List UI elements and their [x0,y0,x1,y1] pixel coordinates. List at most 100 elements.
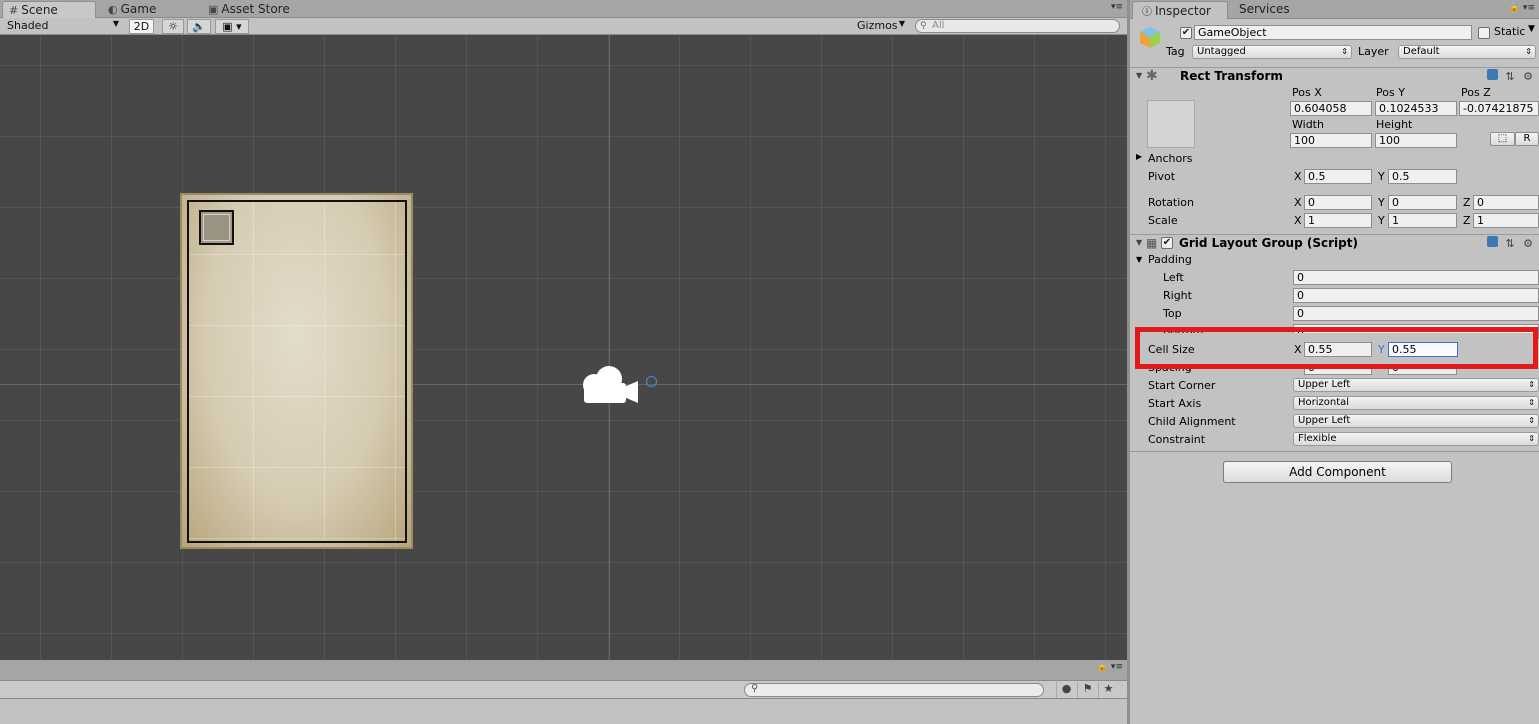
foldout-open-icon[interactable]: ▼ [1136,71,1142,80]
pacman-icon: ◐ [108,3,118,16]
2d-toggle-button[interactable]: 2D [129,19,154,34]
camera-gizmo-icon[interactable] [578,361,644,409]
static-dropdown-icon[interactable]: ▼ [1528,24,1535,34]
tab-scene[interactable]: # Scene [2,1,96,18]
padding-left-field[interactable]: 0 [1293,270,1539,285]
card-cell-slot[interactable] [199,210,234,245]
scale-label: Scale [1148,214,1178,227]
chevron-updown-icon: ⇕ [1341,47,1348,56]
chevron-updown-icon: ⇕ [1528,416,1535,425]
add-component-button[interactable]: Add Component [1223,461,1452,483]
scene-viewport[interactable] [0,35,1127,660]
pos-z-field[interactable]: -0.07421875 [1459,101,1539,116]
preset-sliders-icon[interactable]: ⇅ [1501,237,1519,250]
tag-dropdown[interactable]: Untagged ⇕ [1192,45,1352,59]
cell-size-x-field[interactable]: 0.55 [1304,342,1372,357]
raw-edit-button[interactable]: R [1515,132,1539,146]
gear-icon[interactable]: ⚙ [1519,237,1537,250]
lock-icon[interactable]: 🔒 ▾≡ [1097,662,1123,672]
rotation-x-field[interactable]: 0 [1304,195,1372,210]
width-field[interactable]: 100 [1290,133,1372,148]
project-panel: 🔒 ▾≡ ⚲ ● ⚑ ★ [0,660,1127,724]
anchors-label[interactable]: Anchors [1148,152,1193,165]
height-field[interactable]: 100 [1375,133,1457,148]
tab-inspector[interactable]: ⓘ Inspector [1132,1,1228,19]
panel-menu-icon[interactable]: ▾≡ [1111,2,1123,12]
padding-right-field[interactable]: 0 [1293,288,1539,303]
start-corner-label: Start Corner [1148,379,1216,392]
lock-icon[interactable]: 🔒 ▾≡ [1509,3,1535,13]
gizmos-dropdown[interactable]: Gizmos ▼ [854,19,908,34]
constraint-dropdown[interactable]: Flexible ⇕ [1293,432,1539,446]
lighting-toggle-icon[interactable]: ☼ [162,19,184,34]
scale-y-field[interactable]: 1 [1388,213,1457,228]
rotation-label: Rotation [1148,196,1195,209]
padding-label[interactable]: Padding [1148,253,1192,266]
padding-top-label: Top [1163,307,1182,320]
rect-transform-header[interactable]: ▼ ✱ Rect Transform ⇅ ⚙ [1130,67,1539,85]
gameobject-name-input[interactable]: GameObject [1194,25,1472,40]
store-icon: ▣ [208,3,219,16]
gameobject-header: ✔ GameObject Static ▼ Tag Untagged ⇕ Laye… [1130,20,1539,64]
tab-asset-store[interactable]: ▣ Asset Store [202,1,312,18]
grid-axis-horizontal [0,384,1127,385]
foldout-open-icon[interactable]: ▼ [1136,238,1142,247]
grid-layout-header[interactable]: ▼ ▦ ✔ Grid Layout Group (Script) ⇅ ⚙ [1130,234,1539,252]
cell-size-y-field[interactable]: 0.55 [1388,342,1458,357]
scale-x-field[interactable]: 1 [1304,213,1372,228]
start-corner-dropdown[interactable]: Upper Left ⇕ [1293,378,1539,392]
pivot-y-field[interactable]: 0.5 [1388,169,1457,184]
audio-toggle-icon[interactable]: 🔈 [187,19,211,34]
padding-right-label: Right [1163,289,1192,302]
blueprint-mode-icon[interactable]: ⬚ [1490,132,1515,146]
static-label: Static [1494,25,1526,38]
pos-y-field[interactable]: 0.1024533 [1375,101,1457,116]
help-book-icon[interactable] [1483,69,1501,83]
effects-dropdown-icon[interactable]: ▣ ▾ [215,19,249,34]
filter-type-icon[interactable]: ● [1056,682,1076,698]
pos-y-label: Pos Y [1376,86,1405,99]
card-sprite[interactable] [180,193,413,549]
gameobject-active-checkbox[interactable]: ✔ [1180,27,1192,39]
scene-search-input[interactable]: ⚲ All [915,19,1120,33]
static-checkbox[interactable] [1478,27,1490,39]
constraint-label: Constraint [1148,433,1206,446]
project-search-input[interactable]: ⚲ [744,683,1044,697]
hash-icon: # [9,4,19,17]
anchor-preset-box[interactable] [1147,100,1195,148]
shading-mode-dropdown[interactable]: Shaded ▼ [4,19,122,34]
height-label: Height [1376,118,1413,131]
rotation-y-field[interactable]: 0 [1388,195,1457,210]
scale-x-axis-label: X [1294,214,1302,227]
project-panel-header: 🔒 ▾≡ [0,660,1127,680]
child-alignment-dropdown[interactable]: Upper Left ⇕ [1293,414,1539,428]
chevron-updown-icon: ⇕ [1528,380,1535,389]
layer-dropdown[interactable]: Default ⇕ [1398,45,1536,59]
pos-x-field[interactable]: 0.604058 [1290,101,1372,116]
foldout-open-icon[interactable]: ▼ [1136,255,1142,264]
tab-game[interactable]: ◐ Game [102,1,172,18]
padding-top-field[interactable]: 0 [1293,306,1539,321]
rect-transform-icon: ✱ [1146,68,1158,84]
gear-icon[interactable]: ⚙ [1519,70,1537,83]
preset-sliders-icon[interactable]: ⇅ [1501,70,1519,83]
label-tag-icon[interactable]: ⚑ [1077,682,1097,698]
grid-layout-enabled-checkbox[interactable]: ✔ [1161,237,1173,249]
rotation-z-field[interactable]: 0 [1473,195,1539,210]
scale-y-axis-label: Y [1378,214,1385,227]
favorite-star-icon[interactable]: ★ [1098,682,1118,698]
child-alignment-label: Child Alignment [1148,415,1236,428]
component-divider [1130,451,1539,452]
camera-position-handle[interactable] [646,376,657,387]
grid-layout-icon: ▦ [1146,236,1158,250]
chevron-updown-icon: ⇕ [1528,398,1535,407]
tab-services[interactable]: Services [1230,1,1310,19]
scale-z-field[interactable]: 1 [1473,213,1539,228]
help-book-icon[interactable] [1483,236,1501,250]
pivot-x-field[interactable]: 0.5 [1304,169,1372,184]
start-axis-dropdown[interactable]: Horizontal ⇕ [1293,396,1539,410]
rotation-z-axis-label: Z [1463,196,1471,209]
foldout-closed-icon[interactable]: ▶ [1136,152,1142,161]
cell-size-label: Cell Size [1148,343,1195,356]
width-label: Width [1292,118,1324,131]
